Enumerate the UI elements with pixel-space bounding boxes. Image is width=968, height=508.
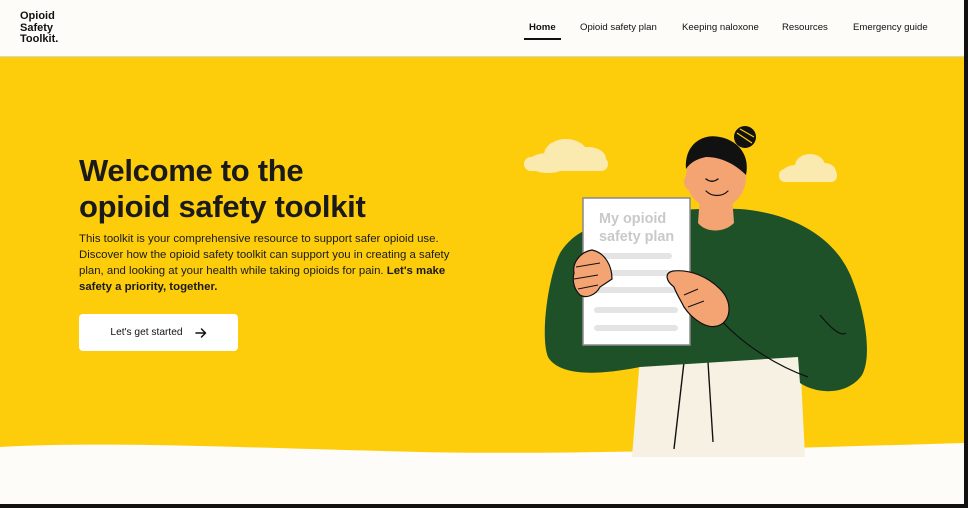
logo-line-3: Toolkit. (20, 33, 59, 45)
document-title: My opioid safety plan (599, 210, 674, 246)
page-frame: Opioid Safety Toolkit. Home Opioid safet… (0, 0, 968, 508)
document-title-line-1: My opioid (599, 211, 667, 227)
nav-item-resources-label: Resources (782, 22, 828, 33)
cloud-left (524, 139, 608, 173)
person-holding-plan-illustration (524, 126, 867, 457)
nav-item-opioid-safety-plan-label: Opioid safety plan (580, 22, 657, 33)
nav-item-opioid-safety-plan[interactable]: Opioid safety plan (580, 22, 657, 33)
hero-section: Welcome to the opioid safety toolkit Thi… (0, 57, 964, 504)
main-nav: Home Opioid safety plan Keeping naloxone… (524, 0, 964, 57)
nav-item-keeping-naloxone[interactable]: Keeping naloxone (682, 22, 759, 33)
nav-item-emergency-guide[interactable]: Emergency guide (853, 22, 928, 33)
nav-item-home[interactable]: Home (524, 22, 561, 40)
logo-line-1: Opioid (20, 10, 55, 22)
nav-item-emergency-guide-label: Emergency guide (853, 22, 928, 33)
document-title-line-2: safety plan (599, 229, 675, 245)
site-header: Opioid Safety Toolkit. Home Opioid safet… (0, 0, 964, 57)
site-logo[interactable]: Opioid Safety Toolkit. (20, 10, 59, 46)
nav-item-keeping-naloxone-label: Keeping naloxone (682, 22, 759, 33)
nav-item-home-label: Home (529, 22, 556, 33)
cloud-right (779, 154, 837, 182)
nav-item-resources[interactable]: Resources (782, 22, 828, 33)
nav-active-indicator (524, 38, 561, 40)
